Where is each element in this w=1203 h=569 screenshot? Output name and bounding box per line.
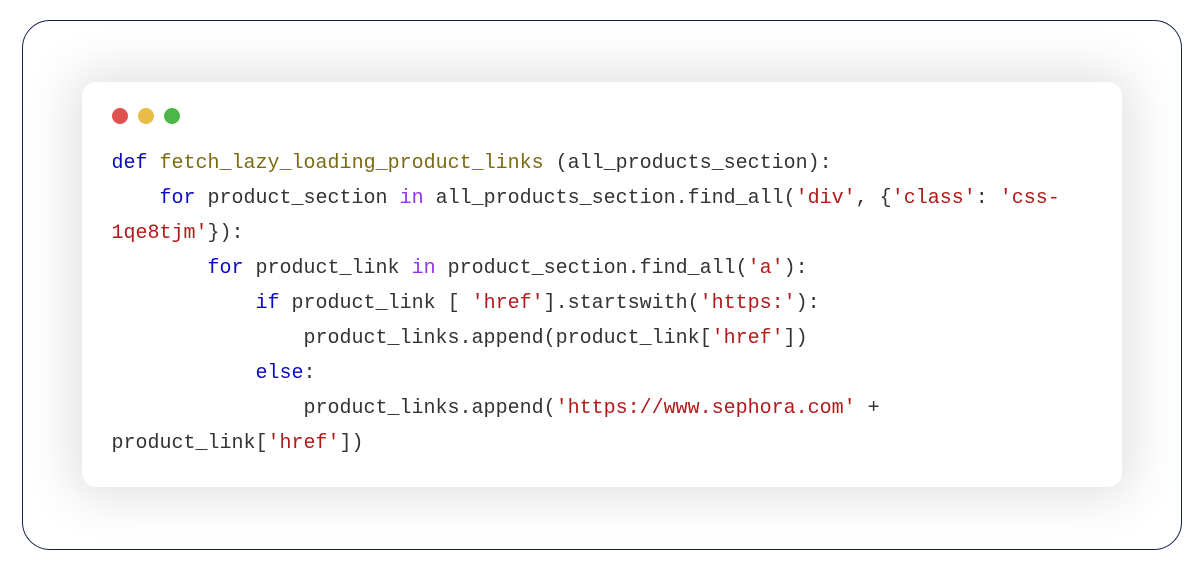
tok-text: product_links.append(product_link[: [304, 327, 712, 350]
tok-string: 'https://www.sephora.com': [556, 397, 856, 420]
indent: [112, 397, 304, 420]
tok-string: 'https:': [700, 292, 796, 315]
code-card: def fetch_lazy_loading_product_links (al…: [82, 82, 1122, 487]
tok-text: :: [304, 362, 316, 385]
indent: [112, 362, 256, 385]
tok-function-name: fetch_lazy_loading_product_links: [160, 152, 544, 175]
tok-for: for: [208, 257, 244, 280]
tok-text: all_products_section.find_all(: [424, 187, 796, 210]
tok-in: in: [400, 187, 424, 210]
tok-text: product_section: [196, 187, 400, 210]
traffic-dot-green: [164, 108, 180, 124]
indent: [112, 327, 304, 350]
outer-frame: def fetch_lazy_loading_product_links (al…: [22, 20, 1182, 550]
tok-string: 'href': [268, 432, 340, 455]
tok-text: , {: [856, 187, 892, 210]
tok-text: product_links.append(: [304, 397, 556, 420]
traffic-dot-red: [112, 108, 128, 124]
tok-text: ].startswith(: [544, 292, 700, 315]
traffic-lights: [112, 108, 1092, 124]
indent: [112, 187, 160, 210]
tok-string: 'class': [892, 187, 976, 210]
tok-text: ):: [796, 292, 820, 315]
tok-text: product_link: [244, 257, 412, 280]
tok-text: (all_products_section):: [544, 152, 832, 175]
tok-if: if: [256, 292, 280, 315]
tok-text: :: [976, 187, 1000, 210]
tok-string: 'div': [796, 187, 856, 210]
code-block: def fetch_lazy_loading_product_links (al…: [112, 146, 1092, 461]
tok-in: in: [412, 257, 436, 280]
tok-text: ):: [784, 257, 808, 280]
tok-else: else: [256, 362, 304, 385]
tok-for: for: [160, 187, 196, 210]
indent: [112, 257, 208, 280]
tok-text: }):: [208, 222, 244, 245]
tok-string: 'href': [712, 327, 784, 350]
tok-string: 'a': [748, 257, 784, 280]
indent: [112, 292, 256, 315]
tok-string: 'href': [472, 292, 544, 315]
tok-text: product_section.find_all(: [436, 257, 748, 280]
tok-text: ]): [784, 327, 808, 350]
tok-text: product_link [: [280, 292, 472, 315]
traffic-dot-yellow: [138, 108, 154, 124]
tok-text: ]): [340, 432, 364, 455]
tok-def: def: [112, 152, 148, 175]
